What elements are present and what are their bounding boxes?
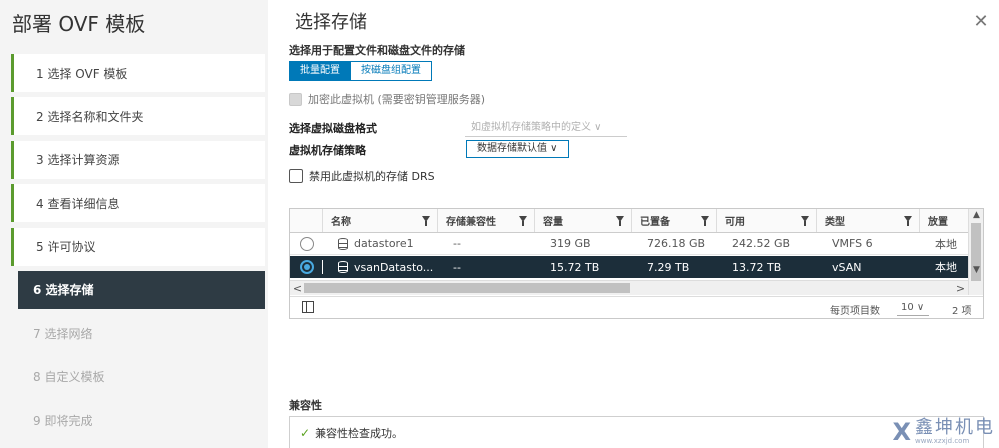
ovf-deploy-wizard: 部署 OVF 模板 1 选择 OVF 模板 2 选择名称和文件夹 3 选择计算资… [0, 0, 999, 448]
watermark: Ⅹ 鑫坤机电 www.xzxjd.com [892, 418, 995, 446]
row-select-radio[interactable] [300, 237, 314, 251]
col-header-provisioned-label: 已置备 [640, 217, 670, 228]
step-select-compute-resource[interactable]: 3 选择计算资源 [11, 140, 265, 179]
cell-capacity: 15.72 TB [550, 260, 600, 274]
filter-icon[interactable] [422, 216, 430, 226]
cell-compat: -- [453, 237, 461, 250]
per-disk-config-button[interactable]: 按磁盘组配置 [351, 61, 432, 81]
horizontal-scroll-thumb[interactable] [304, 283, 630, 293]
step-review-details[interactable]: 4 查看详细信息 [11, 184, 265, 223]
step-select-storage[interactable]: 6 选择存储 [18, 270, 265, 309]
column-toggle-icon[interactable] [302, 301, 314, 313]
encrypt-vm-checkbox [289, 92, 302, 106]
cell-name-text: vsanDatasto... [354, 260, 434, 274]
cell-free: 242.52 GB [732, 237, 791, 250]
table-row[interactable]: datastore1 -- 319 GB 726.18 GB 242.52 GB… [290, 233, 968, 255]
col-header-capacity[interactable]: 容量 [534, 209, 631, 232]
filter-icon[interactable] [701, 216, 709, 226]
step-select-network: 7 选择网络 [33, 326, 93, 341]
col-header-compat[interactable]: 存储兼容性 [437, 209, 534, 232]
col-header-name[interactable]: 名称 [322, 209, 437, 232]
storage-subtitle: 选择用于配置文件和磁盘文件的存储 [289, 44, 465, 57]
horizontal-scrollbar[interactable]: < > [290, 280, 968, 295]
storage-policy-label: 虚拟机存储策略 [289, 144, 366, 157]
col-header-capacity-label: 容量 [543, 217, 563, 228]
step-ready-to-complete: 9 即将完成 [33, 413, 93, 428]
cell-type: VMFS 6 [832, 237, 873, 250]
cell-name: datastore1 [330, 233, 437, 254]
close-icon[interactable]: ✕ [971, 12, 991, 32]
cell-name-text: datastore1 [354, 237, 414, 250]
disable-drs-label: 禁用此虚拟机的存储 DRS [309, 170, 435, 183]
row-divider [322, 260, 323, 274]
disk-format-label: 选择虚拟磁盘格式 [289, 122, 377, 135]
grid-footer: 每页项目数 10 ∨ 2 项 [290, 296, 983, 318]
compatibility-message: ✓ 兼容性检查成功。 [300, 425, 403, 441]
grid-header: 名称 存储兼容性 容量 已置备 可用 类型 放置 [290, 209, 968, 233]
page-title: 选择存储 [295, 12, 367, 33]
cell-placement: 本地 [935, 237, 957, 251]
step-select-ovf-template[interactable]: 1 选择 OVF 模板 [11, 54, 265, 92]
storage-policy-select[interactable]: 数据存储默认值 ∨ [466, 140, 569, 158]
col-header-compat-label: 存储兼容性 [446, 217, 496, 228]
filter-icon[interactable] [801, 216, 809, 226]
cell-provisioned: 7.29 TB [647, 260, 690, 274]
check-icon: ✓ [300, 426, 311, 440]
disk-format-select: 如虚拟机存储策略中的定义 ∨ [465, 119, 627, 137]
scroll-left-icon[interactable]: < [290, 282, 305, 295]
cell-placement: 本地 [935, 261, 957, 274]
per-page-select[interactable]: 10 ∨ [897, 299, 929, 316]
cell-capacity: 319 GB [550, 237, 591, 250]
datastore-grid: 名称 存储兼容性 容量 已置备 可用 类型 放置 datastore1 -- 3… [289, 208, 984, 319]
watermark-url: www.xzxjd.com [915, 437, 970, 445]
cell-free: 13.72 TB [732, 260, 782, 274]
compatibility-title: 兼容性 [289, 399, 322, 412]
filter-icon[interactable] [904, 216, 912, 226]
datastore-icon [338, 237, 348, 250]
disable-drs-option[interactable]: 禁用此虚拟机的存储 DRS [289, 168, 435, 184]
vertical-scrollbar[interactable]: ▲ ▼ [968, 209, 983, 295]
col-header-free-label: 可用 [725, 217, 745, 228]
watermark-text: 鑫坤机电 www.xzxjd.com [915, 417, 995, 446]
table-row-selected[interactable]: vsanDatasto... -- 15.72 TB 7.29 TB 13.72… [290, 256, 968, 278]
step-customize-template: 8 自定义模板 [33, 370, 105, 385]
step-license-agreement[interactable]: 5 许可协议 [11, 227, 265, 266]
row-select-radio[interactable] [300, 260, 314, 274]
scroll-right-icon[interactable]: > [953, 282, 968, 295]
encrypt-vm-option: 加密此虚拟机 (需要密钥管理服务器) [289, 91, 485, 107]
config-mode-toggle: 批量配置 按磁盘组配置 [289, 61, 432, 81]
col-header-name-label: 名称 [331, 217, 351, 228]
encrypt-vm-label: 加密此虚拟机 (需要密钥管理服务器) [308, 93, 486, 106]
filter-icon[interactable] [519, 216, 527, 226]
col-header-type-label: 类型 [825, 217, 845, 228]
col-header-placement[interactable]: 放置 [919, 209, 968, 232]
col-header-provisioned[interactable]: 已置备 [631, 209, 716, 232]
col-header-placement-label: 放置 [928, 217, 948, 228]
scroll-up-icon[interactable]: ▲ [969, 210, 984, 220]
compatibility-box: ✓ 兼容性检查成功。 [289, 416, 984, 448]
cell-name: vsanDatasto... [330, 256, 437, 278]
scroll-down-icon[interactable]: ▼ [969, 265, 984, 275]
filter-icon[interactable] [616, 216, 624, 226]
col-header-type[interactable]: 类型 [816, 209, 919, 232]
datastore-icon [338, 261, 348, 273]
main-panel: 选择存储 ✕ 选择用于配置文件和磁盘文件的存储 批量配置 按磁盘组配置 加密此虚… [268, 0, 999, 448]
cell-compat: -- [453, 260, 461, 274]
wizard-title: 部署 OVF 模板 [12, 12, 146, 36]
batch-config-button[interactable]: 批量配置 [289, 61, 351, 81]
total-count: 2 项 [952, 306, 972, 317]
wizard-sidebar: 部署 OVF 模板 1 选择 OVF 模板 2 选择名称和文件夹 3 选择计算资… [0, 0, 268, 448]
col-header-free[interactable]: 可用 [716, 209, 816, 232]
per-page-label: 每页项目数 [830, 306, 880, 317]
watermark-logo-icon: Ⅹ [892, 418, 911, 446]
disable-drs-checkbox[interactable] [289, 169, 303, 183]
cell-type: vSAN [832, 260, 862, 274]
compatibility-text: 兼容性检查成功。 [315, 427, 404, 440]
cell-provisioned: 726.18 GB [647, 237, 706, 250]
wizard-steps: 1 选择 OVF 模板 2 选择名称和文件夹 3 选择计算资源 4 查看详细信息… [11, 54, 265, 445]
watermark-brand: 鑫坤机电 [915, 417, 995, 438]
step-select-name-folder[interactable]: 2 选择名称和文件夹 [11, 97, 265, 136]
